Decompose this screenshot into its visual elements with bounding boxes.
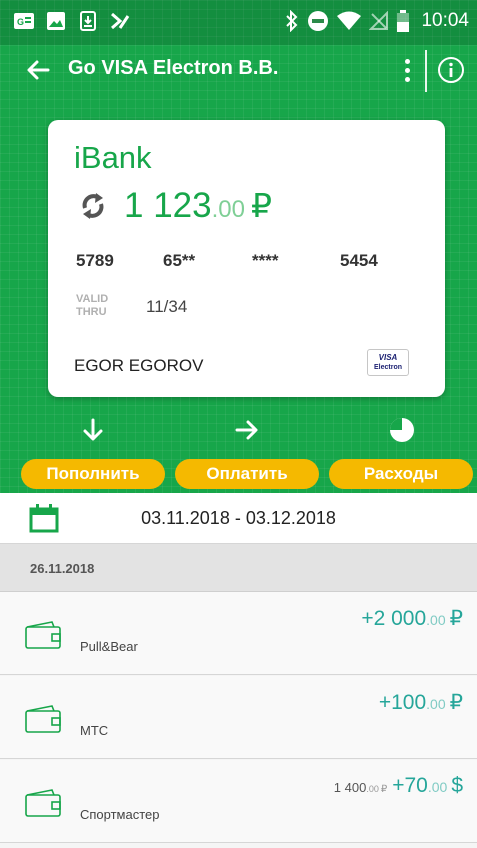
arrow-right-icon [235, 420, 258, 440]
pay-button[interactable]: Оплатить [175, 459, 319, 489]
expenses-button[interactable]: Расходы [329, 459, 473, 489]
top-up-button[interactable]: Пополнить [21, 459, 165, 489]
wallet-icon [25, 789, 61, 817]
svg-text:G: G [17, 17, 24, 27]
bank-card: iBank 1 123.00 ₽ 5789 65** **** 5454 VALI… [48, 120, 445, 397]
original-amount: 1 400.00 ₽ [333, 780, 388, 795]
card-holder: EGOR EGOROV [74, 356, 204, 375]
valid-thru-label: VALID THRU [76, 293, 109, 318]
day-date: 26.11.2018 [30, 561, 95, 576]
date-range-row[interactable]: 03.11.2018 - 03.12.2018 [0, 493, 477, 544]
wallet-icon [25, 705, 61, 733]
google-news-icon: G [14, 11, 34, 31]
toolbar: Go VISA Electron B.B. [0, 45, 477, 95]
info-icon[interactable] [437, 56, 465, 84]
battery-icon [397, 10, 410, 32]
day-header: 26.11.2018 [0, 544, 477, 592]
card-number-group-3: **** [252, 251, 279, 270]
transaction-amount: +2 000.00 ₽ [361, 607, 463, 630]
account-header: G 10:04 Go VISA Electron B.B. iBank 1 12… [0, 0, 477, 493]
merchant-name: Pull&Bear [80, 639, 138, 654]
refresh-icon[interactable] [79, 192, 107, 220]
balance-currency: ₽ [250, 187, 272, 224]
transaction-amount: +100.00 ₽ [378, 691, 463, 714]
more-vertical-icon[interactable] [398, 56, 416, 84]
visa-electron-logo: VISA Electron [367, 349, 409, 376]
transaction-row[interactable]: Pull&Bear +2 000.00 ₽ [0, 592, 477, 675]
balance-integer: 1 123 [124, 186, 212, 225]
card-number-group-2: 65** [163, 251, 196, 270]
valid-thru-value: 11/34 [146, 297, 188, 316]
page-title: Go VISA Electron B.B. [68, 57, 279, 79]
date-range-text[interactable]: 03.11.2018 - 03.12.2018 [0, 508, 477, 529]
download-icon [78, 11, 98, 31]
arrow-down-icon [83, 418, 103, 441]
balance-decimals: .00 [211, 196, 245, 223]
bank-name: iBank [74, 140, 152, 175]
transaction-row[interactable]: Спортмастер 1 400.00 ₽ +70.00 $ [0, 760, 477, 843]
wifi-icon [337, 11, 362, 30]
no-sim-icon [369, 11, 389, 30]
do-not-disturb-icon [308, 11, 329, 31]
wallet-icon [25, 621, 61, 649]
status-bar: G 10:04 [0, 0, 477, 45]
merchant-name: Спортмастер [80, 807, 160, 822]
merchant-name: МТС [80, 723, 109, 738]
card-number-group-1: 5789 [76, 251, 114, 270]
transaction-amount: 1 400.00 ₽ +70.00 $ [333, 774, 463, 797]
signature-app-icon [110, 11, 130, 31]
image-icon [46, 11, 66, 31]
transaction-row[interactable]: МТС +100.00 ₽ [0, 676, 477, 759]
bluetooth-icon [286, 10, 298, 32]
back-arrow-icon[interactable] [24, 56, 52, 84]
card-balance: 1 123.00 ₽ [124, 186, 272, 226]
clock: 10:04 [421, 10, 469, 31]
pie-chart-icon [390, 418, 414, 442]
toolbar-divider [425, 50, 427, 92]
card-number-group-4: 5454 [340, 251, 378, 270]
